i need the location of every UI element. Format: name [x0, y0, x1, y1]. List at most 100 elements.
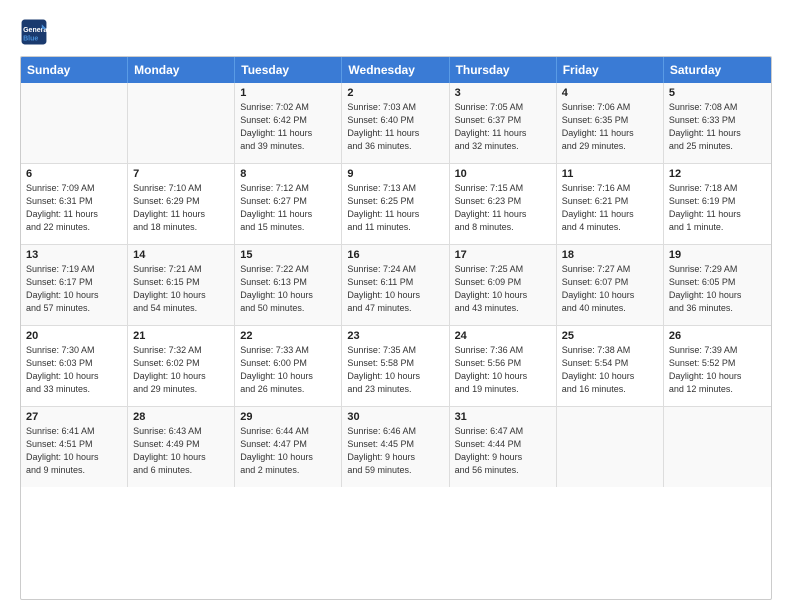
- day-cell-17: 17Sunrise: 7:25 AMSunset: 6:09 PMDayligh…: [450, 245, 557, 325]
- calendar-row: 27 Sunrise: 6:41 AMSunset: 4:51 PMDayligh…: [21, 406, 771, 487]
- day-number: 14: [133, 249, 229, 261]
- day-number: 5: [669, 87, 766, 99]
- day-cell-27: 27 Sunrise: 6:41 AMSunset: 4:51 PMDayligh…: [21, 407, 128, 487]
- day-cell-12: 12 Sunrise: 7:18 AMSunset: 6:19 PMDayligh…: [664, 164, 771, 244]
- day-number: 9: [347, 168, 443, 180]
- empty-cell: [21, 83, 128, 163]
- day-info: Sunrise: 7:21 AMSunset: 6:15 PMDaylight:…: [133, 263, 229, 315]
- day-info: Sunrise: 7:12 AMSunset: 6:27 PMDaylight:…: [240, 182, 336, 234]
- day-cell-22: 22 Sunrise: 7:33 AMSunset: 6:00 PMDayligh…: [235, 326, 342, 406]
- weekday-header-thursday: Thursday: [450, 57, 557, 83]
- day-number: 19: [669, 249, 766, 261]
- day-cell-18: 18 Sunrise: 7:27 AMSunset: 6:07 PMDayligh…: [557, 245, 664, 325]
- weekday-header-saturday: Saturday: [664, 57, 771, 83]
- day-cell-23: 23Sunrise: 7:35 AMSunset: 5:58 PMDayligh…: [342, 326, 449, 406]
- day-info: Sunrise: 7:18 AMSunset: 6:19 PMDaylight:…: [669, 182, 766, 234]
- day-number: 18: [562, 249, 658, 261]
- day-number: 15: [240, 249, 336, 261]
- day-info: Sunrise: 7:38 AMSunset: 5:54 PMDaylight:…: [562, 344, 658, 396]
- day-number: 11: [562, 168, 658, 180]
- day-number: 21: [133, 330, 229, 342]
- day-info: Sunrise: 7:05 AMSunset: 6:37 PMDaylight:…: [455, 101, 551, 153]
- day-info: Sunrise: 7:02 AMSunset: 6:42 PMDaylight:…: [240, 101, 336, 153]
- day-info: Sunrise: 7:16 AMSunset: 6:21 PMDaylight:…: [562, 182, 658, 234]
- day-cell-6: 6Sunrise: 7:09 AMSunset: 6:31 PMDaylight…: [21, 164, 128, 244]
- day-number: 16: [347, 249, 443, 261]
- calendar: SundayMondayTuesdayWednesdayThursdayFrid…: [20, 56, 772, 600]
- day-number: 2: [347, 87, 443, 99]
- day-info: Sunrise: 7:19 AMSunset: 6:17 PMDaylight:…: [26, 263, 122, 315]
- weekday-header-monday: Monday: [128, 57, 235, 83]
- day-number: 3: [455, 87, 551, 99]
- day-number: 17: [455, 249, 551, 261]
- day-number: 7: [133, 168, 229, 180]
- day-cell-16: 16Sunrise: 7:24 AMSunset: 6:11 PMDayligh…: [342, 245, 449, 325]
- day-info: Sunrise: 7:03 AMSunset: 6:40 PMDaylight:…: [347, 101, 443, 153]
- day-number: 12: [669, 168, 766, 180]
- day-number: 25: [562, 330, 658, 342]
- day-info: Sunrise: 6:41 AMSunset: 4:51 PMDaylight:…: [26, 425, 122, 477]
- day-info: Sunrise: 7:10 AMSunset: 6:29 PMDaylight:…: [133, 182, 229, 234]
- day-info: Sunrise: 7:08 AMSunset: 6:33 PMDaylight:…: [669, 101, 766, 153]
- day-number: 20: [26, 330, 122, 342]
- day-info: Sunrise: 7:32 AMSunset: 6:02 PMDaylight:…: [133, 344, 229, 396]
- day-number: 6: [26, 168, 122, 180]
- day-info: Sunrise: 7:13 AMSunset: 6:25 PMDaylight:…: [347, 182, 443, 234]
- day-number: 28: [133, 411, 229, 423]
- day-number: 24: [455, 330, 551, 342]
- day-info: Sunrise: 6:44 AMSunset: 4:47 PMDaylight:…: [240, 425, 336, 477]
- empty-cell: [557, 407, 664, 487]
- empty-cell: [664, 407, 771, 487]
- day-cell-24: 24Sunrise: 7:36 AMSunset: 5:56 PMDayligh…: [450, 326, 557, 406]
- day-info: Sunrise: 7:06 AMSunset: 6:35 PMDaylight:…: [562, 101, 658, 153]
- day-number: 26: [669, 330, 766, 342]
- day-info: Sunrise: 7:29 AMSunset: 6:05 PMDaylight:…: [669, 263, 766, 315]
- day-cell-15: 15 Sunrise: 7:22 AMSunset: 6:13 PMDayligh…: [235, 245, 342, 325]
- calendar-row: 6Sunrise: 7:09 AMSunset: 6:31 PMDaylight…: [21, 163, 771, 244]
- day-cell-4: 4 Sunrise: 7:06 AMSunset: 6:35 PMDaylight…: [557, 83, 664, 163]
- day-info: Sunrise: 7:27 AMSunset: 6:07 PMDaylight:…: [562, 263, 658, 315]
- day-cell-29: 29 Sunrise: 6:44 AMSunset: 4:47 PMDayligh…: [235, 407, 342, 487]
- day-number: 29: [240, 411, 336, 423]
- day-info: Sunrise: 7:35 AMSunset: 5:58 PMDaylight:…: [347, 344, 443, 396]
- logo-icon: General Blue: [20, 18, 48, 46]
- day-cell-28: 28 Sunrise: 6:43 AMSunset: 4:49 PMDayligh…: [128, 407, 235, 487]
- calendar-row: 20 Sunrise: 7:30 AMSunset: 6:03 PMDayligh…: [21, 325, 771, 406]
- weekday-header-friday: Friday: [557, 57, 664, 83]
- weekday-header-sunday: Sunday: [21, 57, 128, 83]
- day-cell-5: 5 Sunrise: 7:08 AMSunset: 6:33 PMDaylight…: [664, 83, 771, 163]
- day-info: Sunrise: 6:47 AMSunset: 4:44 PMDaylight:…: [455, 425, 551, 477]
- day-number: 31: [455, 411, 551, 423]
- day-cell-8: 8 Sunrise: 7:12 AMSunset: 6:27 PMDaylight…: [235, 164, 342, 244]
- calendar-row: 13Sunrise: 7:19 AMSunset: 6:17 PMDayligh…: [21, 244, 771, 325]
- header: General Blue: [20, 18, 772, 46]
- day-cell-1: 1 Sunrise: 7:02 AMSunset: 6:42 PMDaylight…: [235, 83, 342, 163]
- day-cell-25: 25 Sunrise: 7:38 AMSunset: 5:54 PMDayligh…: [557, 326, 664, 406]
- day-number: 22: [240, 330, 336, 342]
- day-info: Sunrise: 7:22 AMSunset: 6:13 PMDaylight:…: [240, 263, 336, 315]
- day-cell-13: 13Sunrise: 7:19 AMSunset: 6:17 PMDayligh…: [21, 245, 128, 325]
- day-number: 8: [240, 168, 336, 180]
- day-info: Sunrise: 6:43 AMSunset: 4:49 PMDaylight:…: [133, 425, 229, 477]
- day-number: 27: [26, 411, 122, 423]
- day-info: Sunrise: 7:30 AMSunset: 6:03 PMDaylight:…: [26, 344, 122, 396]
- day-number: 1: [240, 87, 336, 99]
- day-number: 4: [562, 87, 658, 99]
- weekday-header-tuesday: Tuesday: [235, 57, 342, 83]
- day-cell-10: 10Sunrise: 7:15 AMSunset: 6:23 PMDayligh…: [450, 164, 557, 244]
- empty-cell: [128, 83, 235, 163]
- logo: General Blue: [20, 18, 48, 46]
- day-cell-19: 19 Sunrise: 7:29 AMSunset: 6:05 PMDayligh…: [664, 245, 771, 325]
- day-cell-20: 20 Sunrise: 7:30 AMSunset: 6:03 PMDayligh…: [21, 326, 128, 406]
- weekday-header-wednesday: Wednesday: [342, 57, 449, 83]
- day-cell-2: 2 Sunrise: 7:03 AMSunset: 6:40 PMDaylight…: [342, 83, 449, 163]
- day-number: 10: [455, 168, 551, 180]
- day-cell-26: 26Sunrise: 7:39 AMSunset: 5:52 PMDayligh…: [664, 326, 771, 406]
- calendar-row: 1 Sunrise: 7:02 AMSunset: 6:42 PMDaylight…: [21, 83, 771, 163]
- calendar-body: 1 Sunrise: 7:02 AMSunset: 6:42 PMDaylight…: [21, 83, 771, 487]
- day-cell-31: 31 Sunrise: 6:47 AMSunset: 4:44 PMDayligh…: [450, 407, 557, 487]
- calendar-header: SundayMondayTuesdayWednesdayThursdayFrid…: [21, 57, 771, 83]
- day-info: Sunrise: 7:33 AMSunset: 6:00 PMDaylight:…: [240, 344, 336, 396]
- day-cell-11: 11 Sunrise: 7:16 AMSunset: 6:21 PMDayligh…: [557, 164, 664, 244]
- day-cell-9: 9 Sunrise: 7:13 AMSunset: 6:25 PMDaylight…: [342, 164, 449, 244]
